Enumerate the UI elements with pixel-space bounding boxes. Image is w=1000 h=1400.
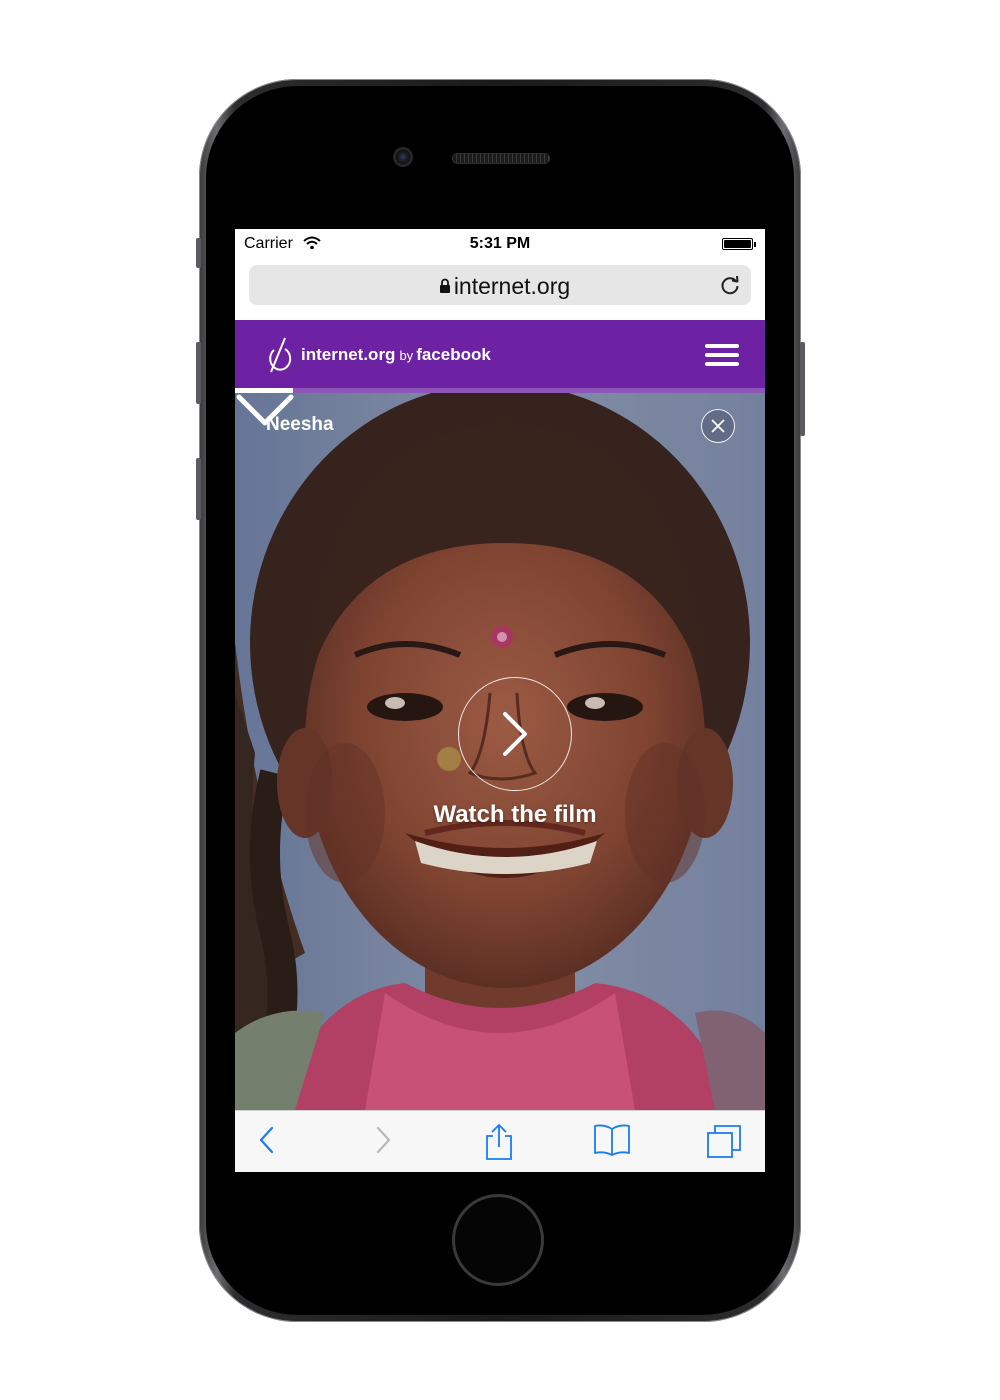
hamburger-menu-icon[interactable] [705,344,739,366]
battery-tip [754,242,756,247]
power-button [800,342,805,436]
battery-icon [722,238,753,250]
home-button[interactable] [452,1194,544,1286]
reload-icon[interactable] [719,274,741,296]
url-text[interactable]: internet.org [249,273,751,300]
volume-down-button [196,458,201,520]
watch-film-label[interactable]: Watch the film [235,801,765,829]
back-icon[interactable] [257,1123,275,1157]
volume-up-button [196,342,201,404]
logo-name: internet.org [301,345,396,364]
bookmarks-icon[interactable] [593,1123,631,1157]
play-film-button[interactable] [458,677,572,791]
front-camera [393,147,413,167]
logo-by: by [399,348,414,363]
chevron-right-icon [503,712,527,756]
site-logo-text[interactable]: internet.org by facebook [301,345,491,365]
site-header: internet.org by facebook [235,320,765,388]
share-icon[interactable] [484,1123,514,1161]
close-button[interactable] [701,409,735,443]
close-icon [711,419,725,433]
address-bar[interactable]: internet.org [249,265,751,305]
mute-switch [196,238,201,268]
logo-company: facebook [416,345,491,364]
hero-photo: Neesha Watch the film [235,393,765,1110]
status-time: 5:31 PM [469,235,531,252]
internet-org-logo-icon[interactable] [263,336,297,374]
chevron-down-icon[interactable] [235,393,295,429]
forward-icon[interactable] [375,1123,393,1157]
browser-toolbar [235,1110,765,1172]
phone-screen: Carrier 5:31 PM internet.org internet.or… [235,229,765,1172]
earpiece-speaker [452,153,550,164]
tabs-icon[interactable] [706,1123,742,1159]
status-bar: Carrier 5:31 PM [235,229,765,259]
